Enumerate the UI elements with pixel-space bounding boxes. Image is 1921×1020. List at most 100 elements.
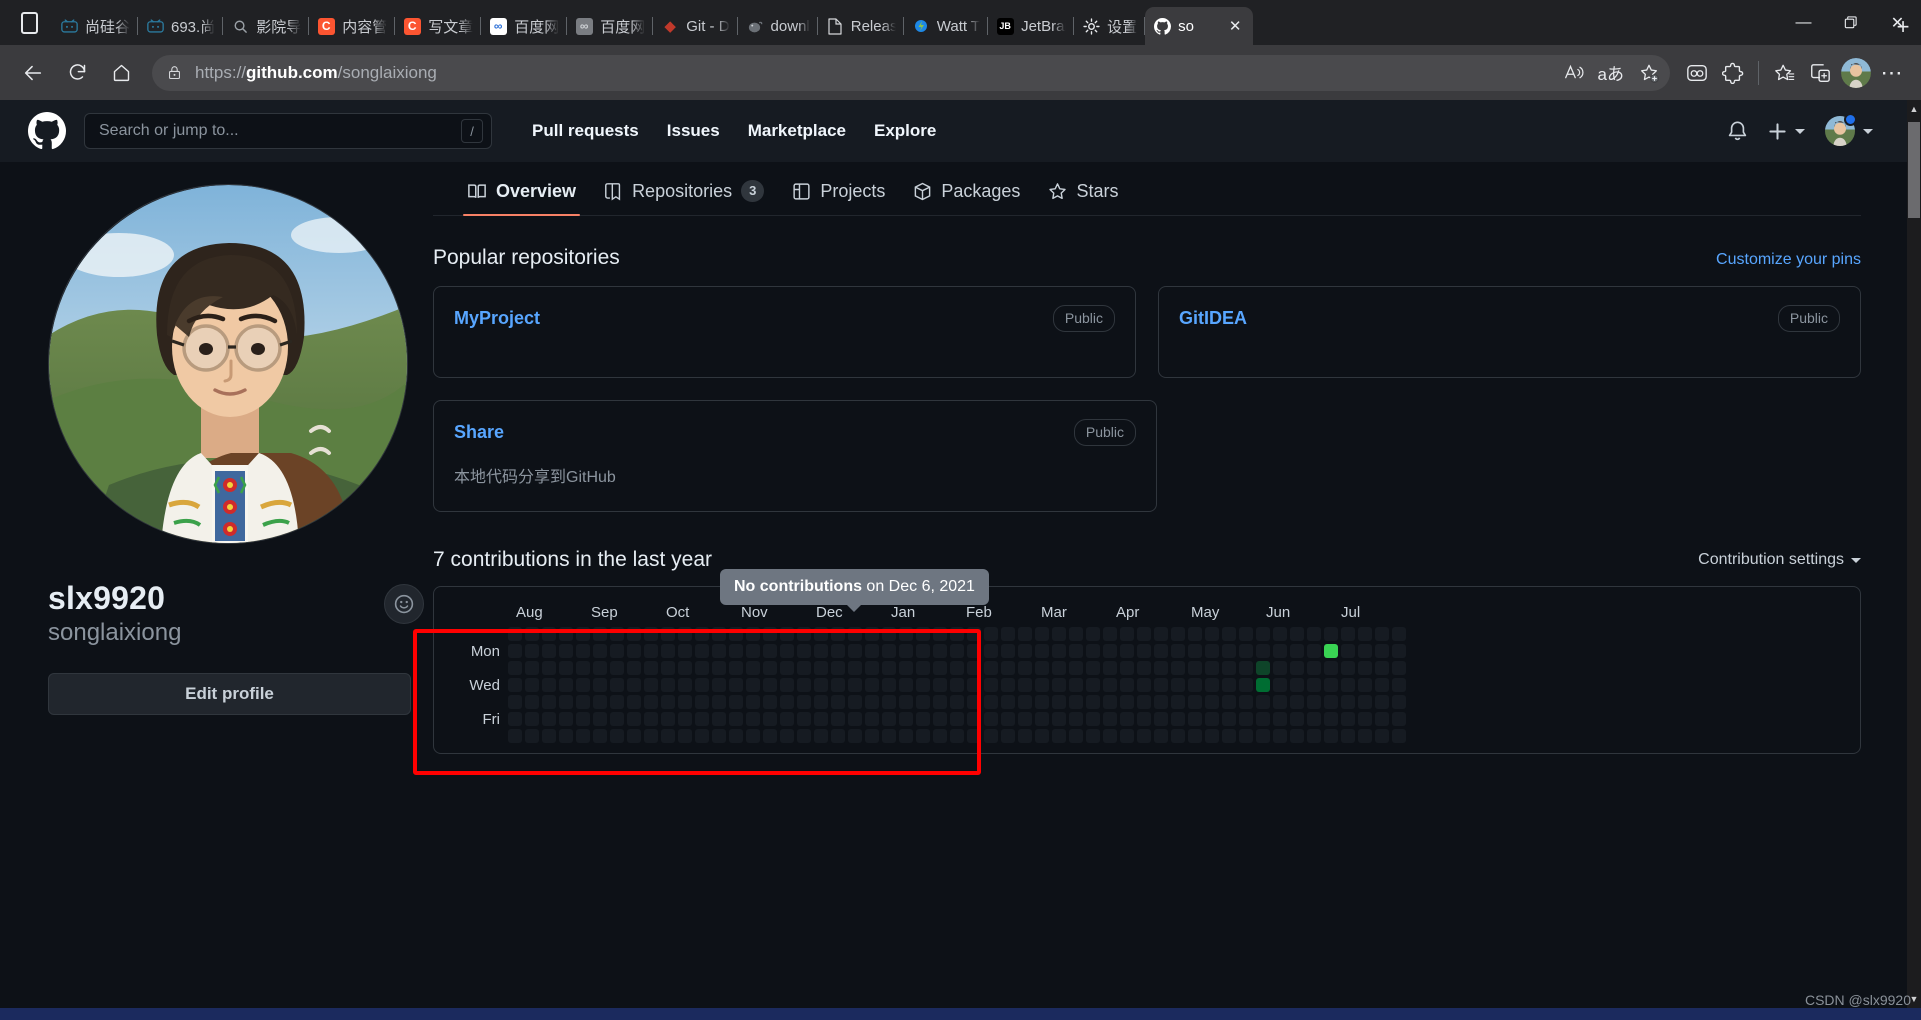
contribution-day-cell[interactable] — [1341, 644, 1355, 659]
contribution-day-cell[interactable] — [525, 729, 539, 744]
contribution-day-cell[interactable] — [1103, 712, 1117, 727]
contribution-day-cell[interactable] — [1256, 729, 1270, 744]
contribution-day-cell[interactable] — [1256, 627, 1270, 642]
contribution-day-cell[interactable] — [1137, 661, 1151, 676]
contribution-day-cell[interactable] — [610, 627, 624, 642]
contribution-day-cell[interactable] — [950, 712, 964, 727]
contribution-day-cell[interactable] — [1392, 661, 1406, 676]
contribution-day-cell[interactable] — [508, 678, 522, 693]
contribution-day-cell[interactable] — [1324, 729, 1338, 744]
contribution-day-cell[interactable] — [661, 695, 675, 710]
collections-icon[interactable] — [1680, 56, 1714, 90]
contribution-day-cell[interactable] — [1392, 644, 1406, 659]
contribution-day-cell[interactable] — [1205, 661, 1219, 676]
contribution-day-cell[interactable] — [678, 627, 692, 642]
contribution-day-cell[interactable] — [916, 678, 930, 693]
contribution-day-cell[interactable] — [1188, 678, 1202, 693]
contribution-day-cell[interactable] — [1239, 712, 1253, 727]
tab-packages[interactable]: Packages — [899, 181, 1034, 215]
minimize-button[interactable]: — — [1780, 0, 1827, 45]
browser-tab[interactable]: C 内容管 — [309, 7, 396, 45]
repo-card[interactable]: GitIDEA Public — [1158, 286, 1861, 379]
contribution-day-cell[interactable] — [1256, 712, 1270, 727]
contribution-day-cell[interactable] — [763, 695, 777, 710]
contribution-day-cell[interactable] — [627, 627, 641, 642]
contribution-day-cell[interactable] — [899, 712, 913, 727]
contribution-day-cell[interactable] — [1307, 678, 1321, 693]
contribution-day-cell[interactable] — [1307, 729, 1321, 744]
contribution-day-cell[interactable] — [1035, 695, 1049, 710]
contribution-day-cell[interactable] — [695, 695, 709, 710]
contribution-day-cell[interactable] — [1290, 627, 1304, 642]
contribution-day-cell[interactable] — [559, 712, 573, 727]
customize-pins-link[interactable]: Customize your pins — [1716, 251, 1861, 269]
contribution-day-cell[interactable] — [1052, 695, 1066, 710]
contribution-day-cell[interactable] — [1205, 712, 1219, 727]
contribution-day-cell[interactable] — [967, 712, 981, 727]
contribution-day-cell[interactable] — [508, 695, 522, 710]
contribution-day-cell[interactable] — [1392, 678, 1406, 693]
contribution-day-cell[interactable] — [1035, 678, 1049, 693]
repo-name-link[interactable]: Share — [454, 422, 504, 443]
contribution-day-cell[interactable] — [1341, 627, 1355, 642]
contribution-day-cell[interactable] — [1290, 712, 1304, 727]
contribution-day-cell[interactable] — [1358, 678, 1372, 693]
contribution-day-cell[interactable] — [1358, 644, 1372, 659]
contribution-day-cell[interactable] — [831, 712, 845, 727]
tab-stars[interactable]: Stars — [1034, 181, 1132, 215]
contribution-day-cell[interactable] — [1171, 695, 1185, 710]
contribution-day-cell[interactable] — [542, 661, 556, 676]
browser-tab[interactable]: 尚硅谷 — [52, 7, 138, 45]
contribution-day-cell[interactable] — [1001, 644, 1015, 659]
contribution-day-cell[interactable] — [967, 644, 981, 659]
contribution-day-cell[interactable] — [1052, 729, 1066, 744]
contribution-day-cell[interactable] — [695, 661, 709, 676]
contribution-day-cell[interactable] — [644, 712, 658, 727]
contribution-day-cell[interactable] — [695, 644, 709, 659]
contribution-day-cell[interactable] — [729, 661, 743, 676]
contribution-day-cell[interactable] — [525, 695, 539, 710]
contribution-day-cell[interactable] — [1171, 644, 1185, 659]
contribution-day-cell[interactable] — [1341, 712, 1355, 727]
contribution-day-cell[interactable] — [1324, 644, 1338, 659]
contribution-day-cell[interactable] — [1205, 678, 1219, 693]
contribution-day-cell[interactable] — [712, 712, 726, 727]
contribution-day-cell[interactable] — [746, 729, 760, 744]
contribution-day-cell[interactable] — [763, 729, 777, 744]
contribution-day-cell[interactable] — [899, 644, 913, 659]
contribution-day-cell[interactable] — [1324, 661, 1338, 676]
contribution-day-cell[interactable] — [525, 627, 539, 642]
contribution-day-cell[interactable] — [1086, 661, 1100, 676]
contribution-day-cell[interactable] — [916, 661, 930, 676]
contribution-day-cell[interactable] — [1239, 661, 1253, 676]
contribution-day-cell[interactable] — [559, 695, 573, 710]
contribution-day-cell[interactable] — [542, 695, 556, 710]
contribution-day-cell[interactable] — [1103, 695, 1117, 710]
contribution-day-cell[interactable] — [1375, 627, 1389, 642]
contribution-day-cell[interactable] — [576, 678, 590, 693]
contribution-day-cell[interactable] — [950, 661, 964, 676]
maximize-restore-button[interactable] — [1827, 0, 1874, 45]
contribution-day-cell[interactable] — [865, 644, 879, 659]
browser-tab[interactable]: 设置 — [1074, 7, 1146, 45]
contribution-day-cell[interactable] — [508, 627, 522, 642]
contribution-day-cell[interactable] — [729, 627, 743, 642]
contribution-day-cell[interactable] — [1086, 644, 1100, 659]
contribution-day-cell[interactable] — [1154, 729, 1168, 744]
contribution-day-cell[interactable] — [576, 627, 590, 642]
contribution-day-cell[interactable] — [1273, 678, 1287, 693]
contribution-day-cell[interactable] — [695, 712, 709, 727]
contribution-day-cell[interactable] — [1018, 729, 1032, 744]
contribution-day-cell[interactable] — [1290, 695, 1304, 710]
contribution-day-cell[interactable] — [865, 712, 879, 727]
global-nav-link[interactable]: Pull requests — [532, 121, 639, 141]
contribution-day-cell[interactable] — [729, 678, 743, 693]
browser-tab[interactable]: ∞ 百度网 — [567, 7, 654, 45]
contribution-day-cell[interactable] — [865, 729, 879, 744]
contribution-day-cell[interactable] — [508, 661, 522, 676]
contribution-day-cell[interactable] — [1358, 627, 1372, 642]
contribution-day-cell[interactable] — [593, 729, 607, 744]
browser-tab[interactable]: 影院导 — [223, 7, 310, 45]
contribution-day-cell[interactable] — [763, 661, 777, 676]
contribution-day-cell[interactable] — [984, 644, 998, 659]
